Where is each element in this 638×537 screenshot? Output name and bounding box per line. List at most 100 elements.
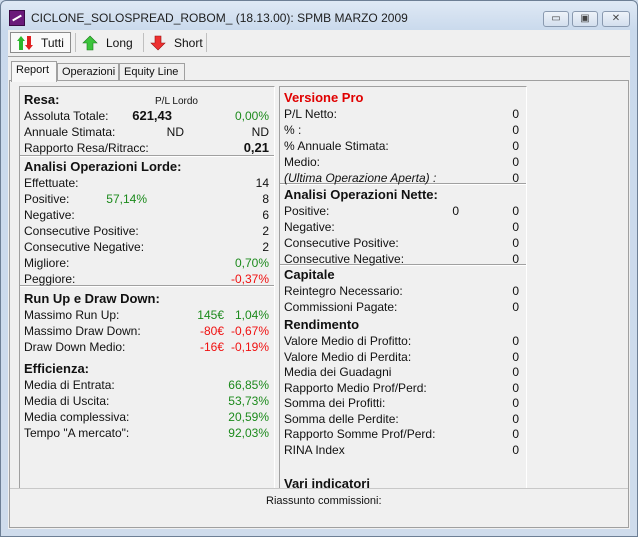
stat-label: Rapporto Resa/Ritracc: [24, 141, 149, 155]
stat-row-rapporto-somme-prof-perd: Rapporto Somme Prof/Perd: 0 [284, 426, 519, 442]
stat-value: 0 [512, 300, 519, 314]
stat-label: Assoluta Totale: [24, 109, 109, 123]
stat-row-p-l-netto: P/L Netto: 0 [284, 106, 519, 122]
stat-label: Massimo Run Up: [24, 308, 120, 322]
section-title: Run Up e Draw Down: [24, 291, 160, 306]
stat-row-massimo-draw-down: Massimo Draw Down: -80€ -0,67% [24, 323, 269, 339]
stat-label: Valore Medio di Profitto: [284, 334, 412, 348]
window-title: CICLONE_SOLOSPREAD_ROBOM_ (18.13.00): SP… [31, 11, 408, 25]
stat-value: 0 [512, 284, 519, 298]
stat-value: 0 [512, 107, 519, 121]
stat-row-media-complessiva: Media complessiva: 20,59% [24, 409, 269, 425]
stat-row-assoluta-totale: Assoluta Totale: 621,43 0,00% [24, 108, 269, 124]
stat-value: 0 [512, 349, 519, 364]
stat-label: Somma dei Profitti: [284, 396, 386, 410]
close-button[interactable]: ✕ [602, 11, 630, 27]
stat-value: 0 [512, 380, 519, 395]
stat-value: 53,73% [228, 394, 269, 408]
green-up-arrow-icon [82, 35, 98, 50]
stat-row-ultima-operazione-aperta: (Ultima Operazione Aperta) : 0 [284, 170, 519, 186]
stat-label: Negative: [284, 220, 335, 234]
stat-label: Negative: [24, 208, 75, 222]
commission-summary-label: Riassunto commissioni: [266, 495, 382, 507]
stat-row-reintegro-necessario: Reintegro Necessario: 0 [284, 283, 519, 299]
section-run-up-e-draw-down: Run Up e Draw Down: Massimo Run Up: 145€ 1,… [24, 291, 269, 355]
stat-value: -0,67% [230, 324, 269, 338]
stat-label: % Annuale Stimata: [284, 139, 389, 153]
stat-row-massimo-run-up: Massimo Run Up: 145€ 1,04% [24, 307, 269, 323]
tutti-button[interactable]: Tutti [10, 32, 71, 53]
stat-value: 0,00% [234, 109, 269, 123]
stat-row-media-di-entrata: Media di Entrata: 66,85% [24, 377, 269, 393]
stat-row-migliore: Migliore: 0,70% [24, 255, 269, 271]
red-down-arrow-icon [150, 35, 166, 50]
stat-mid-value: -16€ [199, 340, 224, 354]
tutti-label: Tutti [41, 35, 64, 50]
short-button[interactable]: Short [144, 32, 209, 53]
stat-value: 0 [512, 427, 519, 441]
stat-value: 0 [512, 155, 519, 169]
stat-value: 0 [512, 204, 519, 218]
stat-row-valore-medio-di-perdita: Valore Medio di Perdita: 0 [284, 349, 519, 365]
stat-row-negative: Negative: 6 [24, 207, 269, 223]
stat-label: Annuale Stimata: [24, 125, 116, 139]
section-title: Resa: [24, 92, 60, 107]
stat-row-annuale-stimata: Annuale Stimata: ND ND [24, 124, 269, 140]
short-label: Short [174, 35, 203, 50]
right-report-panel: Versione Pro P/L Netto: 0% :0% Annuale Sti… [279, 86, 527, 507]
stat-row-consecutive-negative: Consecutive Negative: 0 [284, 251, 519, 267]
title-bar: CICLONE_SOLOSPREAD_ROBOM_ (18.13.00): SP… [9, 9, 630, 29]
maximize-button[interactable]: ▣ [572, 11, 598, 27]
stat-label: Reintegro Necessario: [284, 284, 403, 298]
stat-value: 14 [255, 176, 269, 190]
stat-label: Tempo "A mercato": [24, 426, 130, 440]
stat-row-commissioni-pagate: Commissioni Pagate: 0 [284, 299, 519, 315]
section-title: Rendimento [284, 317, 360, 332]
stat-row-consecutive-negative: Consecutive Negative: 2 [24, 239, 269, 255]
section-efficienza: Efficienza: Media di Entrata: 66,85% Media … [24, 361, 269, 441]
long-button[interactable]: Long [76, 32, 139, 53]
stat-value: 0 [512, 365, 519, 379]
app-window: CICLONE_SOLOSPREAD_ROBOM_ (18.13.00): SP… [0, 0, 638, 537]
stat-value: 0 [512, 396, 519, 410]
stat-label: Peggiore: [24, 272, 76, 286]
stat-mid-value: 0 [452, 204, 459, 218]
stat-value: 66,85% [228, 378, 269, 392]
stat-label: Positive: [24, 192, 70, 206]
stat-row-somma-dei-profitti: Somma dei Profitti: 0 [284, 395, 519, 411]
section-analisi-operazioni-lorde: Analisi Operazioni Lorde: Effettuate: 14 Po… [24, 159, 269, 287]
stat-value: 8 [262, 192, 269, 206]
stat-row-peggiore: Peggiore: -0,37% [24, 271, 269, 287]
section-resa: Resa: Assoluta Totale: 621,43 0,00% Annuale … [24, 92, 269, 156]
left-report-panel: P/L Lordo Resa: Assoluta Totale: 621,43 0,0… [19, 86, 275, 507]
commission-summary-bar: Riassunto commissioni: [10, 488, 628, 527]
stat-mid-value: -80€ [199, 324, 224, 338]
stat-value: 0 [512, 334, 519, 348]
stat-value: 0 [512, 139, 519, 153]
section-rendimento: Rendimento Valore Medio di Profitto: 0 Valo… [284, 317, 519, 457]
stat-row-: % : 0 [284, 122, 519, 138]
stat-label: (Ultima Operazione Aperta) : [284, 171, 437, 185]
stat-value: -0,19% [230, 340, 269, 354]
stat-label: Consecutive Positive: [284, 236, 399, 250]
tab-operazioni[interactable]: Operazioni [57, 63, 119, 81]
stat-mid-value: 57,14% [106, 192, 147, 206]
minimize-button[interactable]: ▭ [543, 11, 569, 27]
stat-value: 0 [512, 220, 519, 234]
section-title: Capitale [284, 267, 335, 282]
section-analisi-operazioni-nette: Analisi Operazioni Nette: Positive: 0 0 Nega… [284, 187, 519, 267]
tab-report[interactable]: Report [11, 61, 57, 82]
stat-label: Consecutive Negative: [24, 240, 145, 254]
stat-value: 0,21 [243, 140, 269, 155]
stat-value: 0,70% [234, 256, 269, 270]
stat-label: Media complessiva: [24, 410, 130, 424]
stat-label: Positive: [284, 204, 330, 218]
stat-value: 6 [262, 208, 269, 222]
section-title: Analisi Operazioni Nette: [284, 187, 438, 202]
stat-mid-value: ND [166, 125, 184, 139]
stat-label: Consecutive Positive: [24, 224, 139, 238]
stat-value: 0 [512, 236, 519, 250]
tab-equity-line[interactable]: Equity Line [119, 63, 185, 81]
stat-value: -0,37% [230, 272, 269, 286]
stat-label: Valore Medio di Perdita: [284, 349, 412, 364]
